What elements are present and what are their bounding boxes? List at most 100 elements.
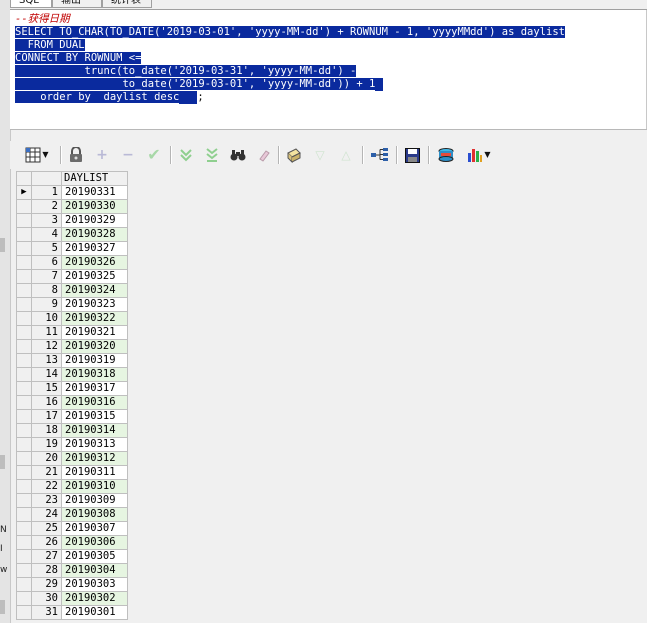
sort-ascending-icon[interactable]: △ xyxy=(336,145,356,165)
daylist-cell[interactable]: 20190313 xyxy=(61,437,128,452)
table-row[interactable]: 31 20190301 xyxy=(16,605,128,620)
table-row[interactable]: 24 20190308 xyxy=(16,507,128,522)
table-row[interactable]: 29 20190303 xyxy=(16,577,128,592)
tab-sql[interactable]: SQL xyxy=(10,0,52,8)
chart-icon[interactable]: ▼ xyxy=(462,145,496,165)
table-row[interactable]: 11 20190321 xyxy=(16,325,128,340)
table-row[interactable]: 4 20190328 xyxy=(16,227,128,242)
query-tree-icon[interactable] xyxy=(370,145,390,165)
row-indicator xyxy=(16,325,32,340)
daylist-cell[interactable]: 20190303 xyxy=(61,577,128,592)
add-record-icon[interactable]: + xyxy=(92,145,112,165)
sort-descending-icon[interactable]: ▽ xyxy=(310,145,330,165)
row-number: 7 xyxy=(31,269,62,284)
daylist-cell[interactable]: 20190323 xyxy=(61,297,128,312)
daylist-cell[interactable]: 20190331 xyxy=(61,185,128,200)
row-indicator xyxy=(16,451,32,466)
table-row[interactable]: 27 20190305 xyxy=(16,549,128,564)
daylist-cell[interactable]: 20190328 xyxy=(61,227,128,242)
daylist-cell[interactable]: 20190315 xyxy=(61,409,128,424)
daylist-cell[interactable]: 20190311 xyxy=(61,465,128,480)
post-changes-icon[interactable]: ✔ xyxy=(144,145,164,165)
daylist-cell[interactable]: 20190317 xyxy=(61,381,128,396)
daylist-cell[interactable]: 20190326 xyxy=(61,255,128,270)
print-icon[interactable] xyxy=(284,145,304,165)
find-icon[interactable] xyxy=(228,145,248,165)
table-row[interactable]: 10 20190322 xyxy=(16,311,128,326)
daylist-cell[interactable]: 20190316 xyxy=(61,395,128,410)
daylist-cell[interactable]: 20190327 xyxy=(61,241,128,256)
left-strip-char: N xyxy=(0,525,7,535)
sql-terminator: ; xyxy=(197,91,204,103)
table-row[interactable]: 12 20190320 xyxy=(16,339,128,354)
table-row[interactable]: 15 20190317 xyxy=(16,381,128,396)
clear-icon[interactable] xyxy=(254,145,274,165)
daylist-cell[interactable]: 20190329 xyxy=(61,213,128,228)
export-icon[interactable] xyxy=(436,145,456,165)
daylist-cell[interactable]: 20190312 xyxy=(61,451,128,466)
table-row[interactable]: 19 20190313 xyxy=(16,437,128,452)
daylist-cell[interactable]: 20190310 xyxy=(61,479,128,494)
fetch-next-icon[interactable] xyxy=(176,145,196,165)
row-number: 16 xyxy=(31,395,62,410)
table-row[interactable]: 14 20190318 xyxy=(16,367,128,382)
daylist-cell[interactable]: 20190306 xyxy=(61,535,128,550)
daylist-cell[interactable]: 20190314 xyxy=(61,423,128,438)
daylist-cell[interactable]: 20190309 xyxy=(61,493,128,508)
daylist-cell[interactable]: 20190324 xyxy=(61,283,128,298)
table-row[interactable]: ▶ 1 20190331 xyxy=(16,185,128,200)
daylist-cell[interactable]: 20190319 xyxy=(61,353,128,368)
daylist-cell[interactable]: 20190318 xyxy=(61,367,128,382)
column-header-daylist[interactable]: DAYLIST xyxy=(61,171,128,186)
table-row[interactable]: 8 20190324 xyxy=(16,283,128,298)
fetch-last-icon[interactable] xyxy=(202,145,222,165)
grid-corner xyxy=(16,171,32,186)
grid-view-icon[interactable]: ▼ xyxy=(20,145,54,165)
table-row[interactable]: 23 20190309 xyxy=(16,493,128,508)
daylist-cell[interactable]: 20190320 xyxy=(61,339,128,354)
table-row[interactable]: 5 20190327 xyxy=(16,241,128,256)
table-row[interactable]: 17 20190315 xyxy=(16,409,128,424)
table-row[interactable]: 16 20190316 xyxy=(16,395,128,410)
table-row[interactable]: 22 20190310 xyxy=(16,479,128,494)
daylist-cell[interactable]: 20190302 xyxy=(61,591,128,606)
row-number: 17 xyxy=(31,409,62,424)
daylist-cell[interactable]: 20190322 xyxy=(61,311,128,326)
lock-icon[interactable] xyxy=(66,145,86,165)
save-icon[interactable] xyxy=(402,145,422,165)
table-row[interactable]: 7 20190325 xyxy=(16,269,128,284)
table-row[interactable]: 2 20190330 xyxy=(16,199,128,214)
table-row[interactable]: 28 20190304 xyxy=(16,563,128,578)
table-row[interactable]: 13 20190319 xyxy=(16,353,128,368)
row-number: 2 xyxy=(31,199,62,214)
row-indicator xyxy=(16,465,32,480)
row-number: 4 xyxy=(31,227,62,242)
table-row[interactable]: 25 20190307 xyxy=(16,521,128,536)
table-row[interactable]: 21 20190311 xyxy=(16,465,128,480)
daylist-cell[interactable]: 20190305 xyxy=(61,549,128,564)
daylist-cell[interactable]: 20190325 xyxy=(61,269,128,284)
result-grid[interactable]: DAYLIST ▶ 1 20190331 2 20190330 3 20190329 4 201… xyxy=(16,171,128,620)
daylist-cell[interactable]: 20190330 xyxy=(61,199,128,214)
tab-output[interactable]: 输出 xyxy=(52,0,102,8)
table-row[interactable]: 20 20190312 xyxy=(16,451,128,466)
row-number: 9 xyxy=(31,297,62,312)
daylist-cell[interactable]: 20190301 xyxy=(61,605,128,620)
table-row[interactable]: 3 20190329 xyxy=(16,213,128,228)
table-row[interactable]: 30 20190302 xyxy=(16,591,128,606)
table-row[interactable]: 26 20190306 xyxy=(16,535,128,550)
row-indicator xyxy=(16,241,32,256)
row-indicator xyxy=(16,493,32,508)
delete-record-icon[interactable]: − xyxy=(118,145,138,165)
daylist-cell[interactable]: 20190307 xyxy=(61,521,128,536)
toolbar-separator xyxy=(278,146,280,164)
table-row[interactable]: 9 20190323 xyxy=(16,297,128,312)
table-row[interactable]: 6 20190326 xyxy=(16,255,128,270)
sql-editor[interactable]: --获得日期 SELECT TO_CHAR(TO_DATE('2019-03-0… xyxy=(10,10,647,130)
table-row[interactable]: 18 20190314 xyxy=(16,423,128,438)
tab-statistics[interactable]: 统计表 xyxy=(102,0,152,8)
row-indicator xyxy=(16,577,32,592)
daylist-cell[interactable]: 20190308 xyxy=(61,507,128,522)
daylist-cell[interactable]: 20190321 xyxy=(61,325,128,340)
daylist-cell[interactable]: 20190304 xyxy=(61,563,128,578)
